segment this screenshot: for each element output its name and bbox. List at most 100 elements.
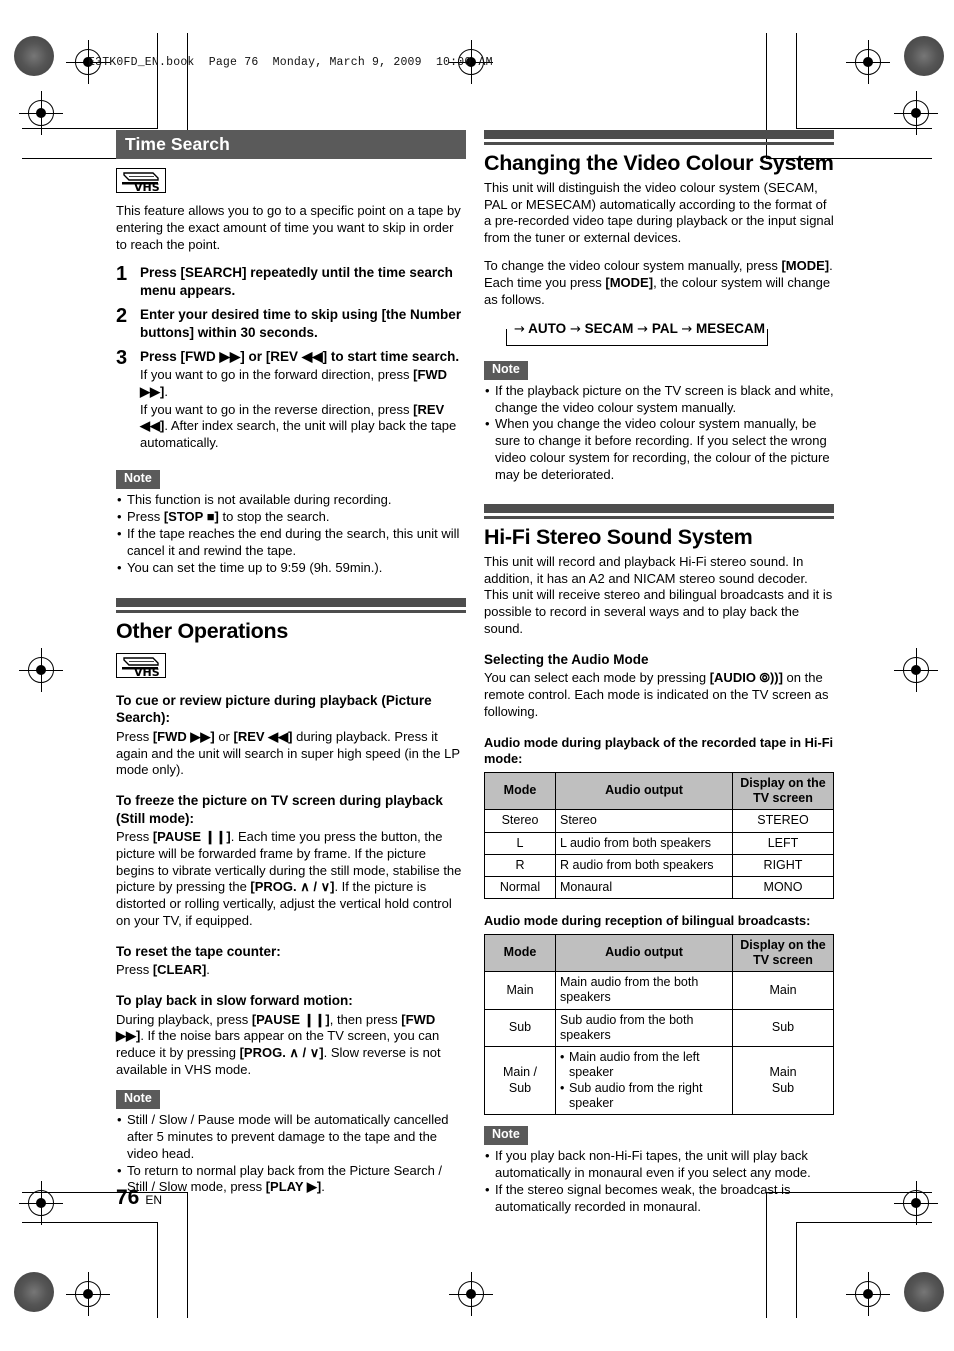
note-item: You can set the time up to 9:59 (9h. 59m…: [116, 560, 466, 577]
video-colour-heading: Changing the Video Colour System: [484, 151, 834, 175]
cell-mode: L: [484, 831, 556, 855]
step-number: 2: [116, 305, 128, 328]
time-search-notes: This function is not available during re…: [116, 492, 466, 576]
section-rule-thick: [484, 130, 834, 139]
table-row: Stereo Stereo STEREO: [484, 809, 834, 833]
step-number: 3: [116, 347, 128, 370]
subsection-body: Press [CLEAR].: [116, 962, 210, 978]
cycle-arrow-icon: →: [514, 321, 525, 337]
cell-display: STEREO: [732, 809, 834, 833]
column-header-audio-output: Audio output: [555, 771, 733, 811]
cycle-item: MESECAM: [696, 320, 766, 336]
cell-output: R audio from both speakers: [555, 853, 733, 878]
cycle-item: PAL: [651, 320, 678, 336]
page-number: 76: [116, 1186, 140, 1209]
table1-caption: Audio mode during playback of the record…: [484, 735, 834, 767]
time-search-heading: Time Search: [116, 130, 466, 160]
table-header-row: Mode Audio output Display on the TV scre…: [484, 933, 834, 973]
other-operations-notes: Still / Slow / Pause mode will be automa…: [116, 1112, 466, 1196]
subsection-body: Press [FWD ▶▶] or [REV ◀◀] during playba…: [116, 728, 460, 778]
hifi-sub-body: You can select each mode by pressing [AU…: [484, 670, 829, 720]
note-item: This function is not available during re…: [116, 492, 466, 509]
table-row: Sub Sub audio from the both speakers Sub: [484, 1008, 834, 1048]
note-item: Still / Slow / Pause mode will be automa…: [116, 1112, 466, 1163]
step-detail: If you want to go in the reverse directi…: [140, 401, 457, 451]
hifi-notes: If you play back non-Hi-Fi tapes, the un…: [484, 1148, 834, 1216]
note-item: If you play back non-Hi-Fi tapes, the un…: [484, 1148, 834, 1182]
cell-output: Monaural: [555, 875, 733, 900]
cell-output: Stereo: [555, 809, 733, 833]
note-item: To return to normal play back from the P…: [116, 1163, 466, 1197]
time-search-intro: This feature allows you to go to a speci…: [116, 203, 461, 253]
table-row: Main Main audio from the both speakers M…: [484, 971, 834, 1010]
cell-mode: Main / Sub: [484, 1046, 556, 1116]
note-badge: Note: [484, 360, 528, 380]
cell-output: L audio from both speakers: [555, 831, 733, 855]
file-header: E3TK0FD_EN.book Page 76 Monday, March 9,…: [88, 56, 493, 69]
cell-display: Main Sub: [732, 1046, 834, 1116]
column-header-mode: Mode: [484, 771, 556, 811]
note-item: If the stereo signal becomes weak, the b…: [484, 1182, 834, 1216]
time-search-steps: 1 Press [SEARCH] repeatedly until the ti…: [116, 264, 466, 452]
svg-text:VHS: VHS: [134, 666, 160, 677]
audio-mode-bilingual-table: Mode Audio output Display on the TV scre…: [484, 933, 834, 1116]
cell-output: Main audio from the both speakers: [555, 971, 733, 1010]
cycle-arrow-icon: →: [637, 321, 649, 337]
step-detail: If you want to go in the forward directi…: [140, 366, 448, 399]
colour-system-cycle-diagram: → AUTO → SECAM → PAL → MESECAM: [506, 321, 768, 346]
note-item: Press [STOP ■] to stop the search.: [116, 509, 466, 526]
page-language: EN: [145, 1193, 163, 1207]
cell-display: RIGHT: [732, 853, 834, 878]
video-colour-notes: If the playback picture on the TV screen…: [484, 383, 834, 484]
other-operations-heading: Other Operations: [116, 619, 289, 644]
section-rule-thin: [116, 610, 466, 614]
vhs-icon: VHS: [116, 653, 166, 679]
step-item: 2 Enter your desired time to skip using …: [116, 306, 466, 341]
cell-mode: Main: [484, 971, 556, 1010]
cell-output: Sub audio from the both speakers: [555, 1008, 733, 1048]
table2-caption: Audio mode during reception of bilingual…: [484, 913, 811, 929]
subsection-title: To play back in slow forward motion:: [116, 993, 353, 1009]
cell-bullet-line: Sub audio from the right speaker: [560, 1081, 728, 1112]
right-column: Changing the Video Colour System This un…: [484, 130, 834, 1215]
left-column: Time Search VHS This feature allows you …: [116, 130, 466, 1196]
subsection-title: To freeze the picture on TV screen durin…: [116, 793, 443, 826]
table-row: Normal Monaural MONO: [484, 875, 834, 900]
video-colour-para2: To change the video colour system manual…: [484, 258, 833, 307]
cycle-item: AUTO: [528, 320, 567, 336]
vhs-icon: VHS: [116, 168, 166, 194]
step-title: Press [FWD ▶▶] or [REV ◀◀] to start time…: [140, 349, 460, 365]
note-badge: Note: [116, 470, 160, 489]
cycle-arrow-icon: →: [569, 321, 581, 337]
cell-mode: R: [484, 853, 556, 878]
subsection-body: During playback, press [PAUSE ❙❙], then …: [116, 1011, 441, 1078]
hifi-heading: Hi-Fi Stereo Sound System: [484, 524, 753, 549]
note-item: If the tape reaches the end during the s…: [116, 526, 466, 560]
svg-text:VHS: VHS: [134, 181, 160, 192]
manual-page: E3TK0FD_EN.book Page 76 Monday, March 9,…: [0, 0, 954, 1351]
hifi-intro: This unit will record and playback Hi-Fi…: [484, 553, 833, 637]
subsection-title: To cue or review picture during playback…: [116, 693, 432, 726]
audio-mode-playback-table: Mode Audio output Display on the TV scre…: [484, 771, 834, 900]
column-header-audio-output: Audio output: [555, 933, 733, 973]
step-number: 1: [116, 263, 128, 286]
section-rule-thick: [484, 503, 834, 513]
cycle-sequence: → AUTO → SECAM → PAL → MESECAM: [506, 321, 768, 337]
hifi-sub-heading: Selecting the Audio Mode: [484, 652, 649, 668]
video-colour-para1: This unit will distinguish the video col…: [484, 179, 834, 246]
cell-display: Sub: [732, 1008, 834, 1048]
section-rule-thick: [116, 598, 466, 608]
cell-mode: Sub: [484, 1008, 556, 1048]
cell-display: LEFT: [732, 831, 834, 855]
cell-display-line: Sub: [771, 1080, 795, 1095]
cell-display: Main: [732, 971, 834, 1010]
cycle-item: SECAM: [584, 320, 634, 336]
step-item: 1 Press [SEARCH] repeatedly until the ti…: [116, 264, 466, 299]
step-item: 3 Press [FWD ▶▶] or [REV ◀◀] to start ti…: [116, 348, 466, 452]
section-rule-thin: [484, 515, 834, 519]
step-title: Enter your desired time to skip using [t…: [140, 307, 462, 340]
cell-display: MONO: [732, 875, 834, 900]
page-footer: 76 EN: [116, 1186, 162, 1210]
column-header-display: Display on the TV screen: [732, 771, 834, 811]
column-header-mode: Mode: [484, 933, 556, 973]
